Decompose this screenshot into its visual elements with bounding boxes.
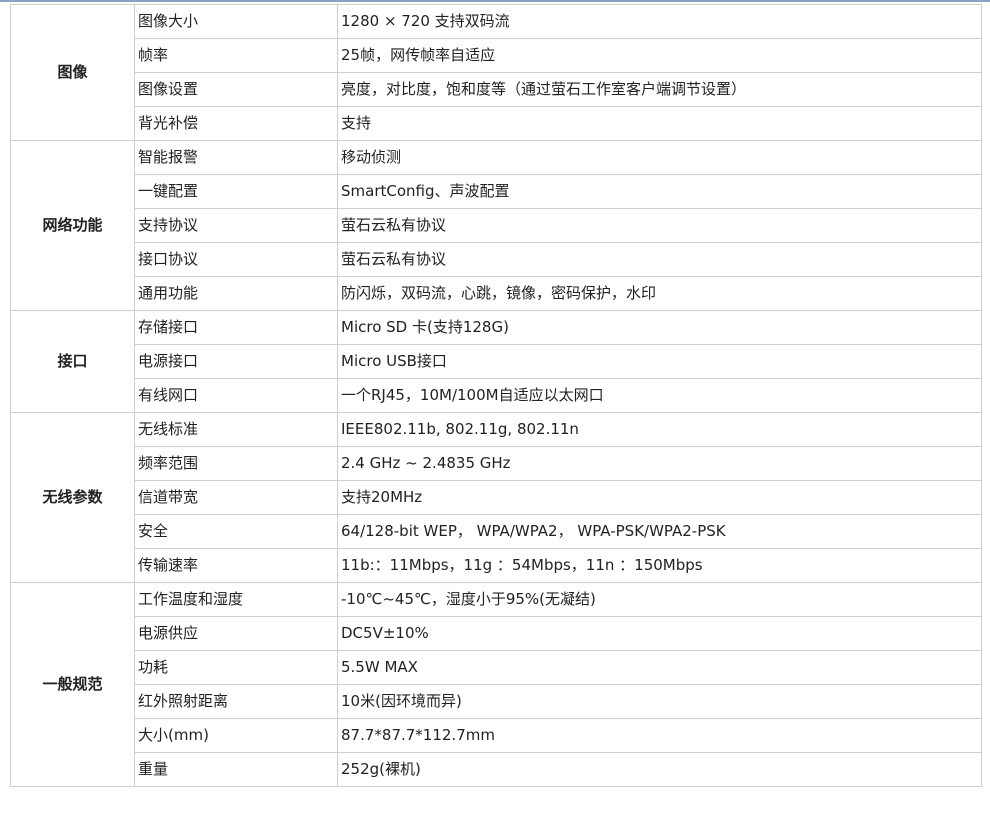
table-row: 帧率 25帧，网传帧率自适应 <box>11 38 982 73</box>
group-heading: 无线参数 <box>10 412 135 583</box>
spec-value: -10℃~45℃，湿度小于95%(无凝结) <box>337 582 982 617</box>
table-row: 通用功能 防闪烁，双码流，心跳，镜像，密码保护，水印 <box>11 276 982 311</box>
spec-label: 传输速率 <box>134 548 338 583</box>
spec-label: 电源供应 <box>134 616 338 651</box>
table-row: 传输速率 11b:：11Mbps，11g ：54Mbps，11n ：150Mbps <box>11 548 982 583</box>
spec-value: 11b:：11Mbps，11g ：54Mbps，11n ：150Mbps <box>337 548 982 583</box>
group-heading: 网络功能 <box>10 140 135 311</box>
spec-value: 64/128-bit WEP， WPA/WPA2， WPA-PSK/WPA2-P… <box>337 514 982 549</box>
spec-value: 5.5W MAX <box>337 650 982 685</box>
spec-label: 接口协议 <box>134 242 338 277</box>
spec-label: 无线标准 <box>134 412 338 447</box>
spec-value: 移动侦测 <box>337 140 982 175</box>
spec-label: 存储接口 <box>134 310 338 345</box>
spec-label: 工作温度和湿度 <box>134 582 338 617</box>
spec-value: 萤石云私有协议 <box>337 242 982 277</box>
group-heading: 接口 <box>10 310 135 413</box>
spec-value: 支持20MHz <box>337 480 982 515</box>
spec-value: 亮度，对比度，饱和度等（通过萤石工作室客户端调节设置） <box>337 72 982 107</box>
spec-value: 1280 × 720 支持双码流 <box>337 4 982 39</box>
spec-value: 25帧，网传帧率自适应 <box>337 38 982 73</box>
spec-value: 萤石云私有协议 <box>337 208 982 243</box>
table-row: 背光补偿 支持 <box>11 106 982 141</box>
table-row: 网络功能 智能报警 移动侦测 <box>10 140 982 311</box>
group-heading: 一般规范 <box>10 582 135 787</box>
spec-value: 2.4 GHz ~ 2.4835 GHz <box>337 446 982 481</box>
spec-value: DC5V±10% <box>337 616 982 651</box>
table-row: 有线网口 一个RJ45，10M/100M自适应以太网口 <box>11 378 982 413</box>
spec-label: 通用功能 <box>134 276 338 311</box>
spec-value: IEEE802.11b, 802.11g, 802.11n <box>337 412 982 447</box>
spec-value: 支持 <box>337 106 982 141</box>
table-row: 一键配置 SmartConfig、声波配置 <box>11 174 982 209</box>
table-row: 信道带宽 支持20MHz <box>11 480 982 515</box>
table-row: 电源供应 DC5V±10% <box>11 616 982 651</box>
table-row: 重量 252g(裸机) <box>11 752 982 787</box>
spec-label: 频率范围 <box>134 446 338 481</box>
spec-label: 信道带宽 <box>134 480 338 515</box>
spec-value: SmartConfig、声波配置 <box>337 174 982 209</box>
spec-label: 图像大小 <box>134 4 338 39</box>
spec-label: 重量 <box>134 752 338 787</box>
spec-table-body: 图像 图像大小 1280 × 720 支持双码流 帧率 25帧，网传帧率自适应 图像设置亮… <box>10 4 982 787</box>
spec-value: 一个RJ45，10M/100M自适应以太网口 <box>337 378 982 413</box>
spec-label: 智能报警 <box>134 140 338 175</box>
spec-value: 87.7*87.7*112.7mm <box>337 718 982 753</box>
spec-value: 10米(因环境而异) <box>337 684 982 719</box>
spec-label: 电源接口 <box>134 344 338 379</box>
table-row: 红外照射距离 10米(因环境而异) <box>11 684 982 719</box>
spec-label: 红外照射距离 <box>134 684 338 719</box>
spec-label: 支持协议 <box>134 208 338 243</box>
spec-label: 一键配置 <box>134 174 338 209</box>
spec-value: 252g(裸机) <box>337 752 982 787</box>
table-row: 图像 图像大小 1280 × 720 支持双码流 <box>10 4 982 141</box>
spec-label: 图像设置 <box>134 72 338 107</box>
table-row: 接口协议 萤石云私有协议 <box>11 242 982 277</box>
table-row: 电源接口 Micro USB接口 <box>11 344 982 379</box>
table-row: 频率范围 2.4 GHz ~ 2.4835 GHz <box>11 446 982 481</box>
table-row: 大小(mm) 87.7*87.7*112.7mm <box>11 718 982 753</box>
spec-label: 安全 <box>134 514 338 549</box>
spec-value: Micro SD 卡(支持128G) <box>337 310 982 345</box>
table-row: 一般规范 工作温度和湿度 -10℃~45℃，湿度小于95%(无凝结) <box>10 582 982 787</box>
table-row: 无线参数 无线标准 IEEE802.11b, 802.11g, 802.11n <box>10 412 982 583</box>
spec-label: 功耗 <box>134 650 338 685</box>
spec-label: 有线网口 <box>134 378 338 413</box>
spec-value: Micro USB接口 <box>337 344 982 379</box>
top-divider <box>0 0 990 2</box>
spec-label: 大小(mm) <box>134 718 338 753</box>
spec-label: 背光补偿 <box>134 106 338 141</box>
spec-value: 防闪烁，双码流，心跳，镜像，密码保护，水印 <box>337 276 982 311</box>
spec-table: 图像 图像大小 1280 × 720 支持双码流 帧率 25帧，网传帧率自适应 图像设置亮… <box>10 4 982 787</box>
table-row: 功耗 5.5W MAX <box>11 650 982 685</box>
table-row: 安全 64/128-bit WEP， WPA/WPA2， WPA-PSK/WPA2… <box>11 514 982 549</box>
table-row: 支持协议 萤石云私有协议 <box>11 208 982 243</box>
table-row: 接口 存储接口 Micro SD 卡(支持128G) <box>10 310 982 413</box>
group-heading: 图像 <box>10 4 135 141</box>
spec-label: 帧率 <box>134 38 338 73</box>
table-row: 图像设置 亮度，对比度，饱和度等（通过萤石工作室客户端调节设置） <box>11 72 982 107</box>
